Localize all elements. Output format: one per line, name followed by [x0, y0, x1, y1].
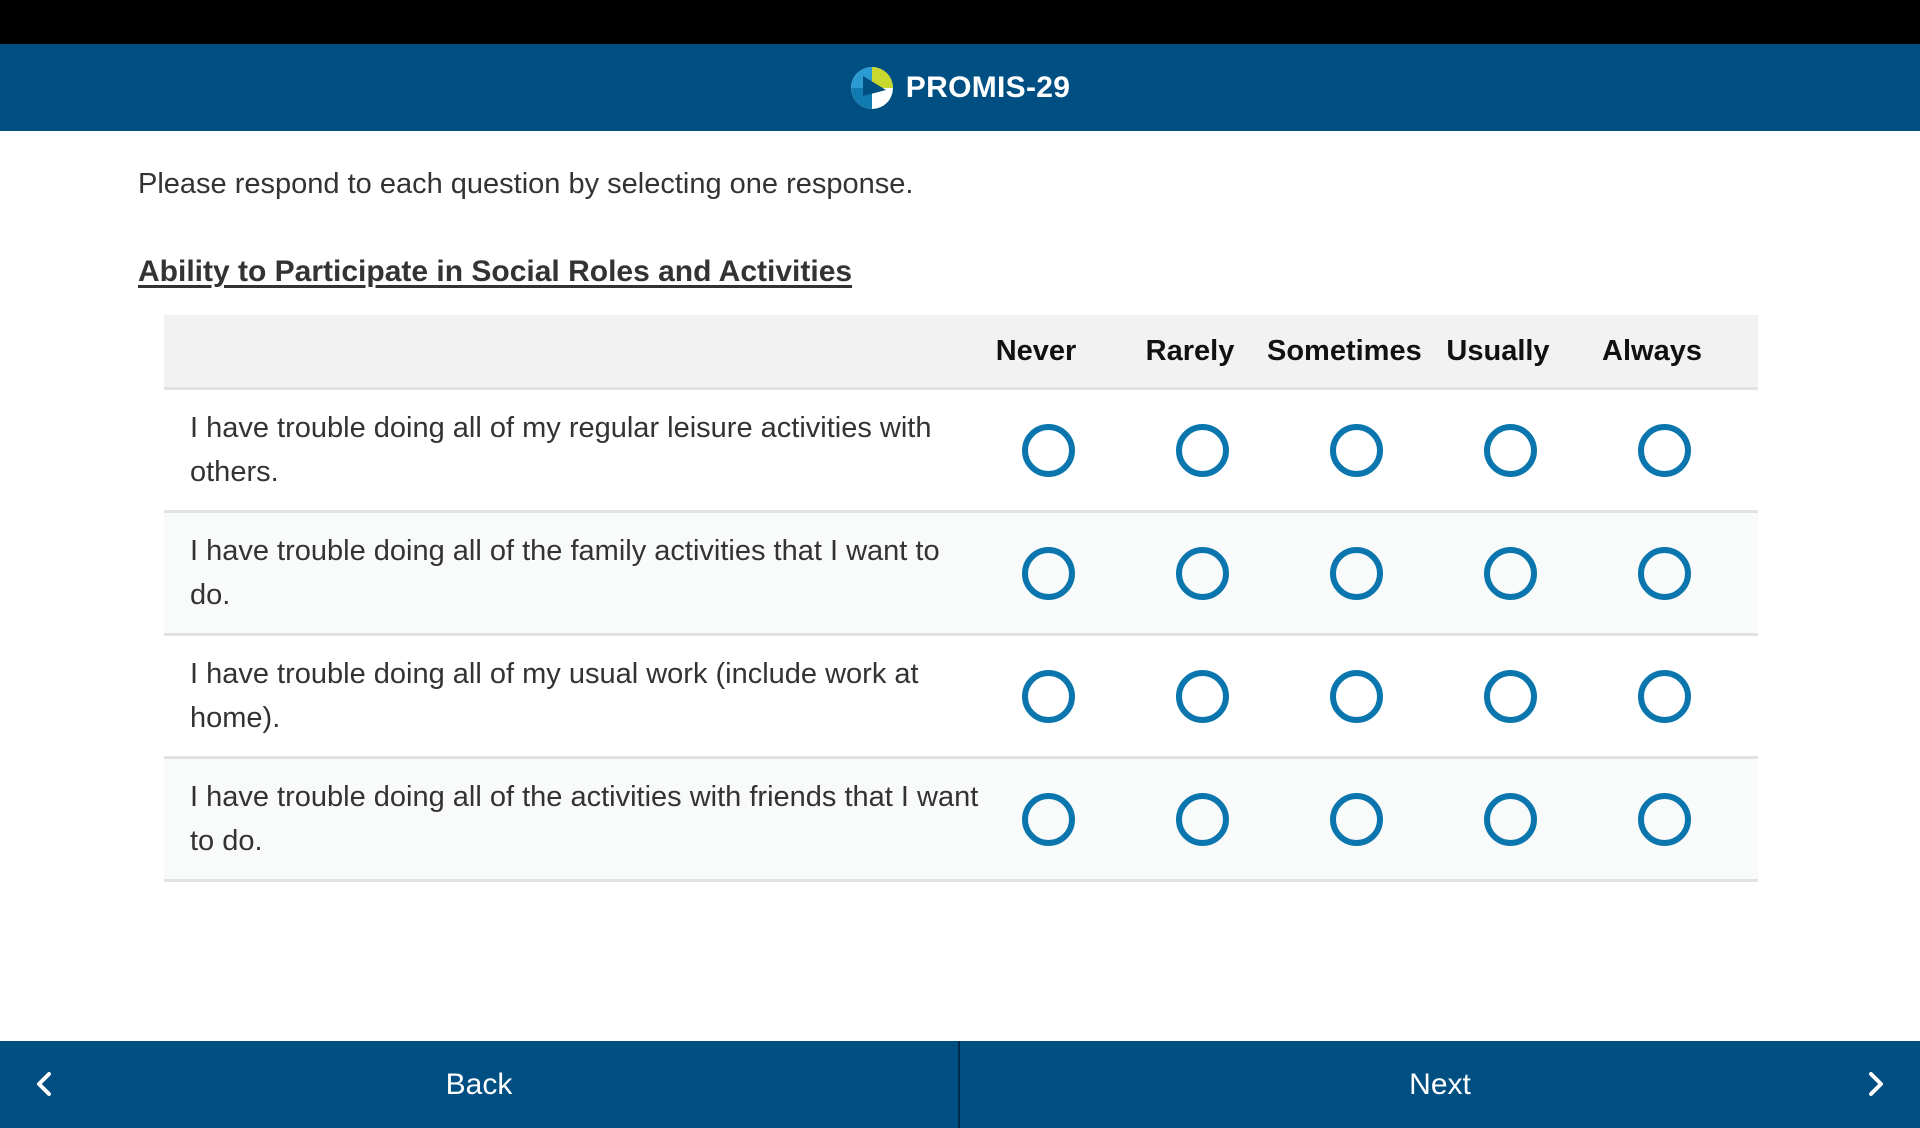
question-row: I have trouble doing all of my usual wor… [164, 636, 1758, 759]
radio-never[interactable] [1022, 547, 1075, 600]
radio-rarely[interactable] [1176, 424, 1229, 477]
radio-never[interactable] [1022, 670, 1075, 723]
app-title: PROMIS-29 [905, 70, 1071, 104]
question-row: I have trouble doing all of the family a… [164, 513, 1758, 636]
radio-always[interactable] [1638, 424, 1691, 477]
column-header-never: Never [995, 335, 1077, 367]
radio-never[interactable] [1022, 424, 1075, 477]
next-button[interactable]: Next [960, 1041, 1920, 1128]
next-button-label: Next [1409, 1067, 1471, 1101]
question-text: I have trouble doing all of the activiti… [190, 781, 979, 857]
status-bar [0, 0, 1920, 44]
radio-sometimes[interactable] [1330, 424, 1383, 477]
back-button-label: Back [445, 1067, 513, 1101]
footer-nav: Back Next [0, 1041, 1920, 1128]
radio-rarely[interactable] [1176, 793, 1229, 846]
radio-sometimes[interactable] [1330, 547, 1383, 600]
radio-usually[interactable] [1484, 424, 1537, 477]
question-text: I have trouble doing all of my usual wor… [190, 658, 919, 734]
chevron-left-icon [37, 1072, 51, 1096]
radio-rarely[interactable] [1176, 670, 1229, 723]
back-button[interactable]: Back [0, 1041, 960, 1128]
radio-always[interactable] [1638, 793, 1691, 846]
table-header: Never Rarely Sometimes Usually Always [164, 315, 1758, 390]
radio-sometimes[interactable] [1330, 670, 1383, 723]
section-title: Ability to Participate in Social Roles a… [138, 255, 853, 288]
instructions-text: Please respond to each question by selec… [138, 168, 914, 200]
radio-sometimes[interactable] [1330, 793, 1383, 846]
column-header-always: Always [1602, 335, 1702, 367]
survey-table: Never Rarely Sometimes Usually Always I … [164, 315, 1758, 882]
radio-never[interactable] [1022, 793, 1075, 846]
chevron-right-icon [1869, 1072, 1883, 1096]
column-header-usually: Usually [1446, 335, 1550, 367]
column-header-rarely: Rarely [1145, 335, 1235, 367]
column-header-sometimes: Sometimes [1267, 335, 1422, 367]
question-row: I have trouble doing all of the activiti… [164, 759, 1758, 882]
radio-always[interactable] [1638, 670, 1691, 723]
app-header: PROMIS-29 [0, 44, 1920, 131]
question-row: I have trouble doing all of my regular l… [164, 390, 1758, 513]
question-text: I have trouble doing all of the family a… [190, 535, 940, 611]
radio-usually[interactable] [1484, 670, 1537, 723]
promis-logo-icon [850, 66, 893, 109]
radio-usually[interactable] [1484, 547, 1537, 600]
question-text: I have trouble doing all of my regular l… [190, 412, 932, 488]
radio-usually[interactable] [1484, 793, 1537, 846]
radio-rarely[interactable] [1176, 547, 1229, 600]
radio-always[interactable] [1638, 547, 1691, 600]
